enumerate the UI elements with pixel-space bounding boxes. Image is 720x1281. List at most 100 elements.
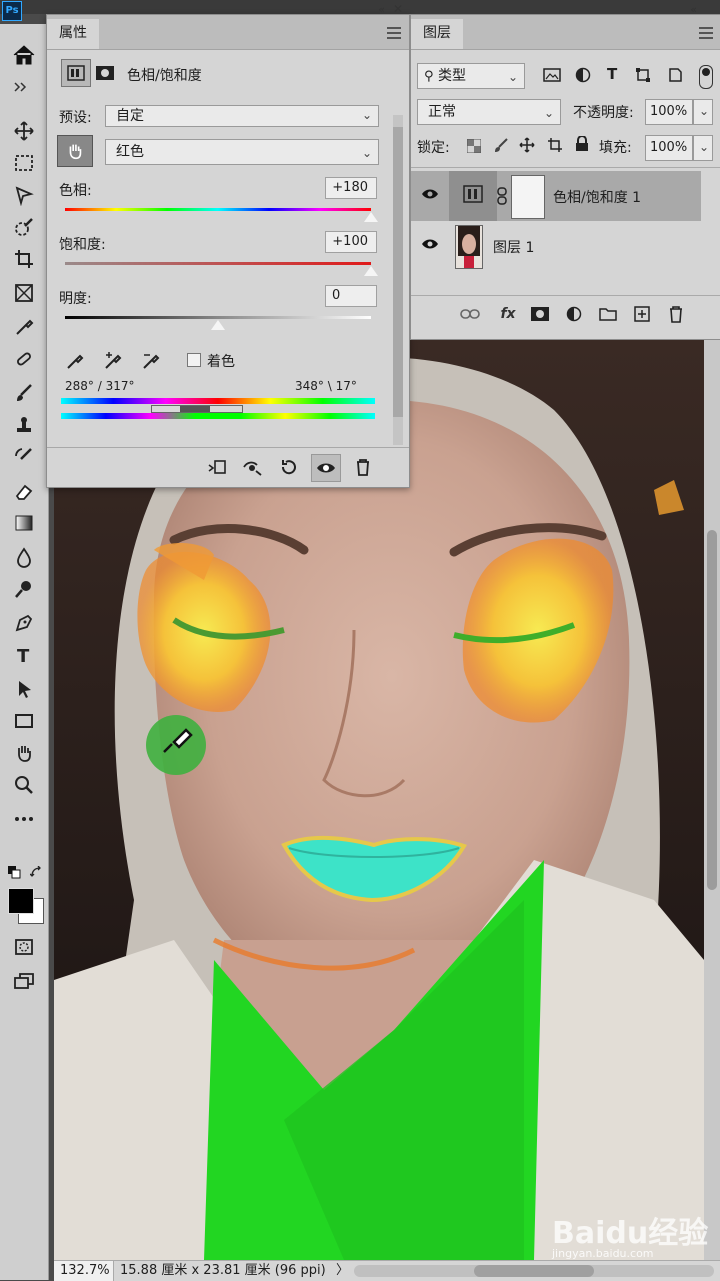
filter-type-icon[interactable]: T — [607, 65, 617, 83]
lightness-value-field[interactable]: 0 — [325, 285, 377, 307]
collapse-panel-icon[interactable]: « — [378, 3, 385, 16]
blend-mode-select[interactable]: 正常 ⌄ — [417, 99, 561, 125]
stamp-tool-icon[interactable] — [10, 412, 38, 438]
lock-all-icon[interactable] — [575, 135, 589, 156]
layer-visibility-eye-icon[interactable] — [421, 187, 439, 201]
delete-layer-trash-icon[interactable] — [665, 303, 687, 325]
brush-tool-icon[interactable] — [10, 380, 38, 406]
fill-dropdown[interactable]: ⌄ — [693, 135, 713, 161]
range-slider-core[interactable] — [180, 406, 210, 412]
layer-mask-thumbnail[interactable] — [511, 175, 545, 219]
horizontal-scrollbar-thumb[interactable] — [474, 1265, 594, 1277]
colorize-checkbox[interactable] — [187, 353, 201, 367]
visibility-eye-icon[interactable] — [311, 454, 341, 482]
filter-shape-icon[interactable] — [635, 67, 651, 87]
reset-icon[interactable] — [275, 454, 303, 480]
lock-pixels-icon[interactable] — [493, 137, 509, 157]
tab-layers[interactable]: 图层 — [411, 19, 463, 49]
filter-toggle[interactable] — [699, 65, 713, 89]
layer-row-adjustment[interactable]: 色相/饱和度 1 — [411, 171, 701, 221]
path-select-tool-icon[interactable] — [10, 676, 38, 702]
status-menu-arrow[interactable]: 〉 — [336, 1261, 349, 1281]
trash-icon[interactable] — [349, 454, 377, 480]
panel-menu-icon[interactable] — [387, 27, 401, 42]
fx-icon[interactable]: fx — [497, 303, 519, 325]
history-brush-tool-icon[interactable] — [10, 444, 38, 470]
opacity-dropdown[interactable]: ⌄ — [693, 99, 713, 125]
layer-image-thumbnail[interactable] — [455, 225, 483, 269]
quick-mask-icon[interactable] — [10, 934, 38, 960]
home-icon[interactable] — [12, 44, 48, 74]
eyedropper-subtract-icon[interactable] — [141, 351, 163, 375]
hand-tool-icon[interactable] — [10, 740, 38, 766]
new-group-folder-icon[interactable] — [597, 303, 619, 325]
lasso-tool-icon[interactable] — [10, 182, 38, 208]
lock-transparency-icon[interactable] — [466, 138, 482, 157]
layer-name[interactable]: 图层 1 — [493, 237, 534, 257]
horizontal-scrollbar[interactable] — [354, 1265, 714, 1277]
new-layer-icon[interactable] — [631, 303, 653, 325]
lock-position-icon[interactable] — [519, 137, 535, 157]
swap-colors-icon[interactable] — [29, 865, 44, 884]
filter-adjustment-icon[interactable] — [575, 67, 591, 87]
eyedropper-add-icon[interactable] — [103, 351, 125, 375]
crop-tool-icon[interactable] — [10, 246, 38, 272]
screen-mode-icon[interactable] — [10, 968, 38, 994]
lightness-slider-track[interactable] — [65, 316, 371, 319]
more-tools-icon[interactable] — [10, 806, 38, 832]
layer-row-image[interactable]: 图层 1 — [411, 221, 701, 271]
filter-pixel-icon[interactable] — [543, 67, 561, 87]
range-slider[interactable] — [151, 405, 243, 413]
lock-artboard-icon[interactable] — [547, 137, 563, 157]
mask-icon[interactable] — [95, 65, 115, 85]
eyedropper-tool-icon[interactable] — [10, 314, 38, 340]
foreground-color-swatch[interactable] — [8, 888, 34, 914]
channel-select[interactable]: 红色 ⌄ — [105, 139, 379, 165]
link-icon[interactable] — [497, 187, 507, 209]
lightness-slider-thumb[interactable] — [211, 320, 225, 330]
type-tool-icon[interactable]: T — [10, 642, 38, 668]
preset-select[interactable]: 自定 ⌄ — [105, 105, 379, 127]
layer-filter-select[interactable]: ⚲ 类型 ⌄ — [417, 63, 525, 89]
panel-menu-icon[interactable] — [699, 27, 713, 42]
targeted-adjust-hand-icon[interactable] — [57, 135, 93, 167]
rectangle-tool-icon[interactable] — [10, 708, 38, 734]
properties-scrollbar-thumb[interactable] — [393, 127, 403, 417]
hue-slider-track[interactable] — [65, 208, 371, 211]
tab-properties[interactable]: 属性 — [47, 19, 99, 49]
blur-tool-icon[interactable] — [10, 544, 38, 570]
clip-to-layer-icon[interactable] — [203, 454, 231, 480]
move-tool-icon[interactable] — [10, 118, 38, 144]
zoom-tool-icon[interactable] — [10, 772, 38, 798]
collapse-panel-icon[interactable]: « — [690, 3, 697, 16]
saturation-slider-thumb[interactable] — [364, 266, 378, 276]
marquee-tool-icon[interactable] — [10, 150, 38, 176]
frame-tool-icon[interactable] — [10, 280, 38, 306]
eraser-tool-icon[interactable] — [10, 478, 38, 504]
filter-smart-object-icon[interactable] — [667, 67, 683, 87]
healing-brush-tool-icon[interactable] — [10, 346, 38, 372]
default-colors-icon[interactable] — [8, 866, 22, 884]
dodge-tool-icon[interactable] — [10, 576, 38, 602]
new-adjustment-layer-icon[interactable] — [563, 303, 585, 325]
link-layers-icon[interactable] — [459, 303, 481, 325]
expand-chevrons-icon[interactable] — [14, 80, 30, 96]
hue-value-field[interactable]: +180 — [325, 177, 377, 199]
zoom-field[interactable]: 132.7% — [54, 1261, 114, 1281]
saturation-value-field[interactable]: +100 — [325, 231, 377, 253]
quick-select-tool-icon[interactable] — [10, 214, 38, 240]
gradient-tool-icon[interactable] — [10, 510, 38, 536]
opacity-field[interactable]: 100% — [645, 99, 693, 125]
adjustment-layer-icon[interactable] — [61, 59, 91, 87]
eyedropper-icon[interactable] — [65, 351, 85, 375]
saturation-slider-track[interactable] — [65, 262, 371, 265]
hue-slider-thumb[interactable] — [364, 212, 378, 222]
layer-name[interactable]: 色相/饱和度 1 — [553, 187, 641, 207]
layer-visibility-eye-icon[interactable] — [421, 237, 439, 251]
close-panel-icon[interactable]: ✕ — [393, 2, 403, 16]
pen-tool-icon[interactable] — [10, 610, 38, 636]
add-mask-icon[interactable] — [529, 303, 551, 325]
view-previous-icon[interactable] — [239, 454, 267, 480]
fill-field[interactable]: 100% — [645, 135, 693, 161]
vertical-scrollbar-thumb[interactable] — [707, 530, 717, 890]
